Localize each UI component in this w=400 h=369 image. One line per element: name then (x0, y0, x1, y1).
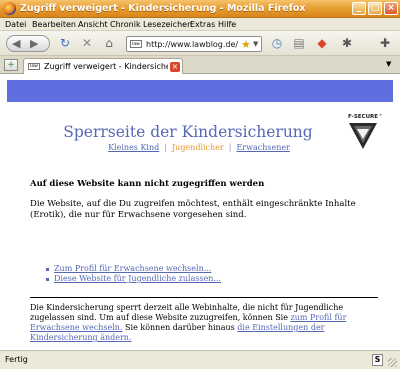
f-secure-logo: F-SECURE ® (344, 112, 382, 152)
navigation-toolbar: ◀ ▶ ↻ ✕ ⌂ law http://www.lawblog.de/ ★ ▼… (0, 31, 400, 56)
back-arrow-icon[interactable]: ◀ (12, 37, 20, 50)
tools-icon[interactable]: ✱ (340, 36, 354, 50)
footer-text: Die Kindersicherung sperrt derzeit alle … (30, 303, 386, 343)
page-content: Sperrseite der Kindersicherung Kleines K… (0, 75, 400, 350)
title-bar: Zugriff verweigert - Kindersicherung - M… (0, 0, 400, 18)
tab-bar: + law Zugriff verweigert - Kindersicher.… (0, 56, 400, 74)
reload-icon[interactable]: ↻ (58, 36, 72, 50)
url-bar[interactable]: law http://www.lawblog.de/ ★ ▼ (126, 36, 262, 52)
back-forward-buttons: ◀ ▶ (6, 35, 50, 52)
window-title: Zugriff verweigert - Kindersicherung - M… (20, 3, 306, 14)
puzzle-icon[interactable]: ✚ (378, 36, 392, 50)
close-button[interactable]: × (384, 2, 398, 15)
list-item: Zum Profil für Erwachsene wechseln... (46, 264, 221, 274)
minimize-button[interactable]: _ (352, 2, 366, 15)
profile-selector: Kleines Kind | Jugendlicher | Erwachsener (0, 143, 398, 152)
stop-icon[interactable]: ✕ (80, 36, 94, 50)
new-tab-button[interactable]: + (4, 59, 18, 71)
svg-text:F-SECURE: F-SECURE (348, 114, 378, 120)
firefox-icon (3, 2, 16, 15)
tab-favicon-icon: law (28, 63, 40, 70)
security-s-icon[interactable]: S (372, 354, 383, 366)
list-item: Diese Website für Jugendliche zulassen..… (46, 274, 221, 284)
status-text: Fertig (5, 355, 28, 364)
menu-chronik[interactable]: Chronik (110, 20, 141, 29)
action-list: Zum Profil für Erwachsene wechseln... Di… (46, 264, 221, 284)
menu-ansicht[interactable]: Ansicht (78, 20, 108, 29)
profile-jugendlicher: Jugendlicher (171, 143, 224, 152)
tab-label[interactable]: Zugriff verweigert - Kindersicher... (44, 62, 168, 71)
status-bar: Fertig S (0, 350, 400, 369)
profile-separator: | (164, 143, 167, 152)
profile-kleines-kind[interactable]: Kleines Kind (108, 143, 159, 152)
menu-bearbeiten[interactable]: Bearbeiten (32, 20, 76, 29)
tab-active[interactable]: law Zugriff verweigert - Kindersicher...… (23, 58, 183, 74)
addon-icon[interactable]: ◆ (315, 36, 329, 50)
header-banner (7, 80, 393, 102)
forward-arrow-icon[interactable]: ▶ (30, 37, 38, 50)
bullet-icon (46, 267, 49, 271)
blocked-title: Auf diese Website kann nicht zugegriffen… (30, 179, 265, 189)
profile-separator: | (228, 143, 232, 152)
url-input[interactable]: http://www.lawblog.de/ (146, 40, 238, 49)
bookmark-star-icon[interactable]: ★ (241, 38, 251, 51)
menu-hilfe[interactable]: Hilfe (218, 20, 236, 29)
page-heading: Sperrseite der Kindersicherung (63, 123, 313, 141)
history-clock-icon[interactable]: ◷ (270, 36, 284, 50)
menu-extras[interactable]: Extras (190, 20, 215, 29)
resize-grip-icon[interactable] (388, 358, 397, 367)
blocked-description: Die Website, auf die Du zugreifen möchte… (30, 199, 356, 220)
allow-site-link[interactable]: Diese Website für Jugendliche zulassen..… (54, 274, 221, 283)
footer-text-2: Sie können darüber hinaus (122, 323, 238, 332)
divider (30, 297, 378, 298)
bullet-icon (46, 277, 49, 281)
profile-erwachsener[interactable]: Erwachsener (236, 143, 289, 152)
site-favicon-icon: law (130, 40, 142, 48)
menu-datei[interactable]: Datei (5, 20, 26, 29)
menu-lesezeichen[interactable]: Lesezeichen (143, 20, 192, 29)
print-icon[interactable]: ▤ (292, 36, 306, 50)
menu-bar: Datei Bearbeiten Ansicht Chronik Lesezei… (0, 18, 400, 31)
switch-to-adult-link[interactable]: Zum Profil für Erwachsene wechseln... (54, 264, 211, 273)
url-dropdown-icon[interactable]: ▼ (253, 40, 258, 48)
tab-list-icon[interactable]: ▼ (386, 60, 391, 68)
tab-close-icon[interactable]: × (170, 62, 180, 72)
maximize-button[interactable]: □ (368, 2, 382, 15)
home-icon[interactable]: ⌂ (102, 36, 116, 50)
svg-text:®: ® (379, 113, 382, 117)
